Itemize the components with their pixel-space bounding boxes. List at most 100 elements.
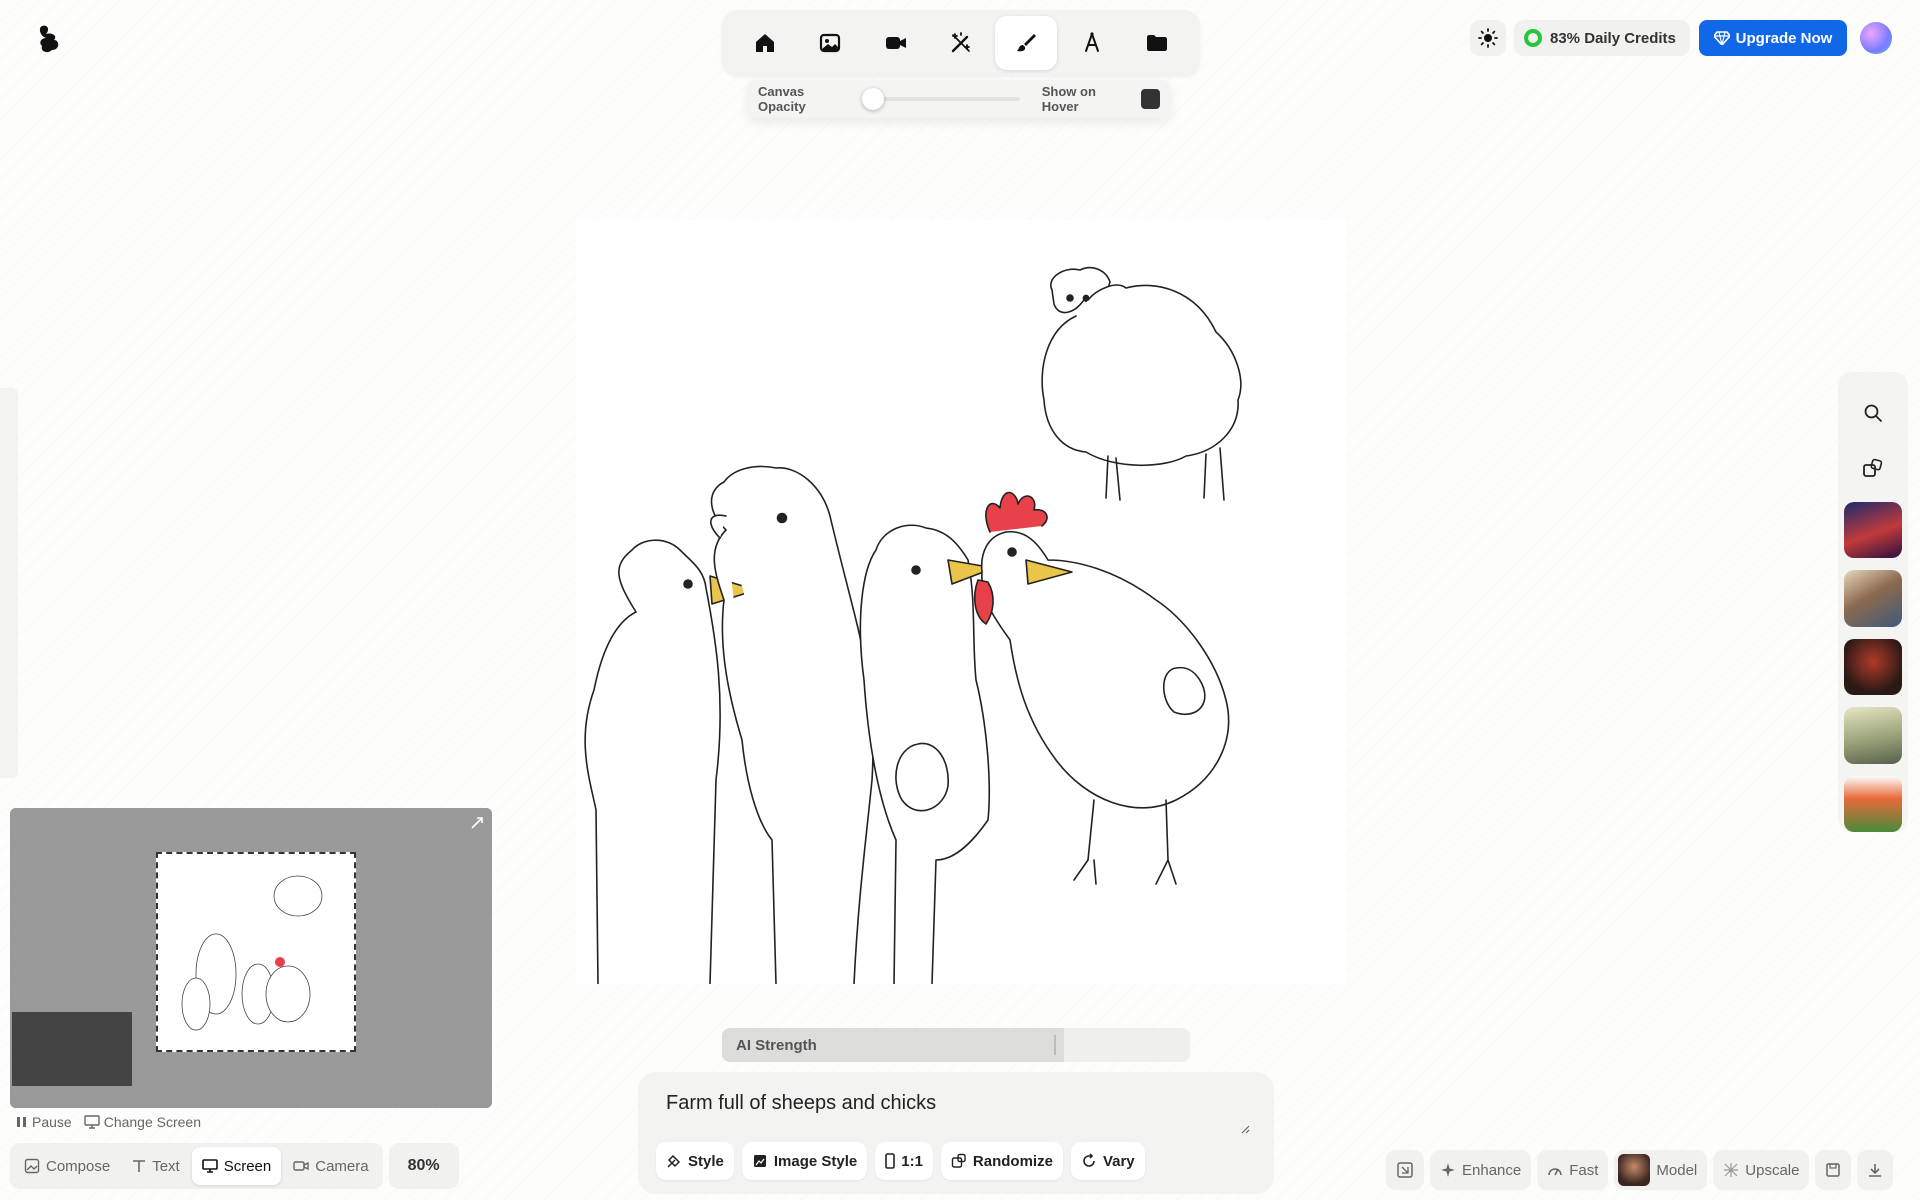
zoom-level[interactable]: 80%: [388, 1143, 459, 1189]
canvas-opacity-panel: Canvas Opacity Show on Hover: [748, 80, 1170, 118]
upgrade-label: Upgrade Now: [1735, 29, 1833, 47]
mode-camera-label: Camera: [315, 1157, 369, 1175]
prompt-options: Style Image Style 1:1 Randomize Vary: [656, 1142, 1145, 1180]
download-button[interactable]: [1857, 1150, 1894, 1190]
dice-button[interactable]: [1851, 447, 1895, 490]
app-logo-icon[interactable]: [38, 24, 62, 54]
right-sidebar: [1838, 372, 1908, 833]
camera-icon: [293, 1161, 309, 1171]
preview-controls: Pause Change Screen: [16, 1114, 201, 1130]
speedometer-icon: [1548, 1168, 1562, 1176]
mode-text-label: Text: [152, 1157, 180, 1175]
change-screen-button[interactable]: Change Screen: [84, 1114, 201, 1130]
change-screen-label: Change Screen: [103, 1114, 201, 1130]
fast-label: Fast: [1569, 1161, 1599, 1179]
mode-screen-label: Screen: [223, 1157, 272, 1175]
upscale-button[interactable]: Upscale: [1713, 1150, 1810, 1190]
show-on-hover-label: Show on Hover: [1041, 84, 1096, 114]
pause-label: Pause: [32, 1114, 72, 1130]
upgrade-now-button[interactable]: Upgrade Now: [1699, 20, 1847, 56]
top-toolbar: [722, 10, 1200, 76]
vary-button[interactable]: Vary: [1070, 1142, 1145, 1180]
upscale-icon: [1724, 1163, 1739, 1177]
image-icon: [820, 33, 841, 53]
compose-icon: [24, 1158, 40, 1174]
home-icon: [755, 34, 774, 52]
tool-image[interactable]: [799, 16, 861, 70]
image-style-button[interactable]: Image Style: [741, 1142, 868, 1180]
prompt-input[interactable]: Farm full of sheeps and chicks: [666, 1092, 1226, 1115]
sun-icon: [1478, 28, 1498, 48]
folder-icon: [1147, 35, 1168, 51]
ai-strength-handle[interactable]: [1053, 1035, 1056, 1055]
style-thumbnail[interactable]: [1844, 638, 1902, 696]
tool-brush[interactable]: [995, 16, 1058, 70]
monitor-icon: [201, 1159, 218, 1173]
mode-compose[interactable]: Compose: [14, 1147, 120, 1185]
user-avatar[interactable]: [1860, 22, 1892, 54]
style-label: Style: [688, 1152, 724, 1170]
style-button[interactable]: Style: [656, 1142, 734, 1180]
vary-label: Vary: [1102, 1152, 1135, 1170]
style-thumbnail[interactable]: [1844, 707, 1902, 764]
tool-video[interactable]: [865, 16, 927, 70]
model-avatar: [1618, 1154, 1651, 1186]
save-icon: [1826, 1163, 1841, 1177]
save-button[interactable]: [1815, 1150, 1852, 1190]
mode-text[interactable]: Text: [122, 1147, 190, 1185]
tool-magic[interactable]: [930, 16, 992, 70]
preview-canvas: [156, 852, 356, 1052]
left-edge-handle[interactable]: [0, 388, 18, 778]
ai-strength-slider[interactable]: AI Strength: [722, 1028, 1190, 1062]
credits-progress-icon: [1524, 29, 1542, 47]
canvas-opacity-thumb[interactable]: [861, 88, 884, 110]
dice-icon: [1863, 459, 1883, 478]
sketch-artwork: [584, 266, 1242, 985]
model-button[interactable]: Model: [1614, 1150, 1708, 1190]
diamond-icon: [1713, 31, 1730, 45]
screen-preview-panel[interactable]: [10, 808, 492, 1108]
drawing-canvas[interactable]: [576, 220, 1346, 985]
image-style-label: Image Style: [773, 1152, 858, 1170]
show-on-hover-checkbox[interactable]: [1140, 89, 1160, 109]
enhance-button[interactable]: Enhance: [1430, 1150, 1532, 1190]
mode-screen[interactable]: Screen: [191, 1147, 282, 1185]
aspect-ratio-icon: [885, 1153, 896, 1169]
generation-controls: Enhance Fast Model Upscale: [1386, 1150, 1894, 1190]
video-icon: [885, 37, 906, 49]
monitor-icon: [84, 1115, 100, 1129]
canvas-opacity-label: Canvas Opacity: [758, 84, 806, 114]
tool-folder[interactable]: [1126, 16, 1188, 70]
randomize-button[interactable]: Randomize: [940, 1142, 1063, 1180]
refresh-icon: [1083, 1153, 1095, 1167]
theme-toggle-button[interactable]: [1470, 20, 1506, 56]
search-button[interactable]: [1851, 392, 1895, 435]
download-icon: [1869, 1164, 1882, 1177]
mode-bar: Compose Text Screen Camera 80%: [10, 1142, 492, 1190]
canvas-opacity-slider[interactable]: [861, 88, 1020, 110]
expand-icon[interactable]: [470, 816, 484, 830]
search-icon: [1864, 405, 1882, 423]
mode-camera[interactable]: Camera: [283, 1147, 378, 1185]
image-style-icon: [753, 1155, 766, 1167]
aspect-ratio-button[interactable]: 1:1: [875, 1142, 933, 1180]
preview-thumbnail: [12, 1012, 132, 1086]
fast-button[interactable]: Fast: [1537, 1150, 1609, 1190]
style-thumbnail[interactable]: [1844, 775, 1902, 833]
resize-grip-icon[interactable]: [1240, 1124, 1250, 1134]
style-thumbnail[interactable]: [1844, 501, 1902, 559]
style-thumbnail[interactable]: [1844, 570, 1902, 627]
mode-compose-label: Compose: [46, 1157, 111, 1175]
pause-button[interactable]: Pause: [16, 1114, 72, 1130]
pause-icon: [17, 1117, 26, 1127]
magic-wand-icon: [951, 32, 970, 53]
palette-icon: [667, 1154, 681, 1168]
compare-icon: [1397, 1162, 1413, 1178]
ai-strength-label: AI Strength: [736, 1037, 817, 1054]
tool-home[interactable]: [734, 16, 796, 70]
tool-text[interactable]: [1061, 16, 1123, 70]
text-icon: [133, 1160, 146, 1172]
sparkle-icon: [1441, 1163, 1455, 1177]
daily-credits[interactable]: 83% Daily Credits: [1514, 20, 1690, 56]
compare-button[interactable]: [1386, 1150, 1424, 1190]
